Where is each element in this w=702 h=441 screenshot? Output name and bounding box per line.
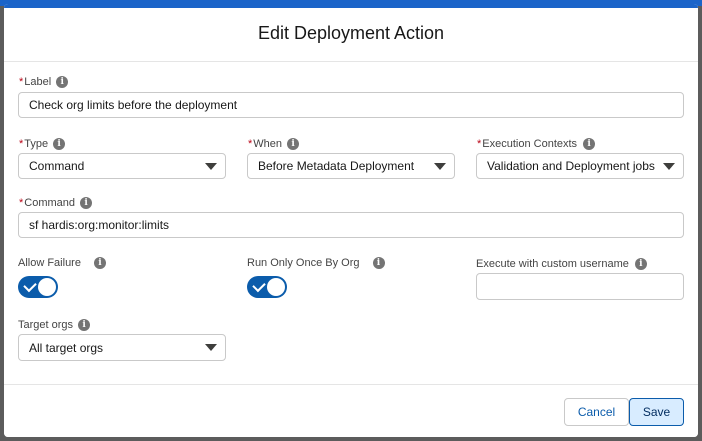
label-input-value: Check org limits before the deployment: [29, 98, 238, 112]
type-select[interactable]: Command: [18, 153, 226, 179]
execution-contexts-select[interactable]: Validation and Deployment jobs: [476, 153, 684, 179]
command-field-label: * Command i: [19, 197, 93, 209]
target-orgs-field-label: Target orgs i: [18, 319, 91, 331]
type-field-label: * Type i: [19, 138, 66, 150]
when-select-value: Before Metadata Deployment: [258, 159, 415, 173]
edit-deployment-action-modal: Edit Deployment Action * Label i Check o…: [4, 4, 698, 437]
custom-username-caption: Execute with custom username: [476, 258, 629, 270]
info-icon[interactable]: i: [53, 138, 66, 150]
command-input[interactable]: sf hardis:org:monitor:limits: [18, 212, 684, 238]
info-icon[interactable]: i: [634, 258, 647, 270]
custom-username-field-label: Execute with custom username i: [476, 258, 647, 270]
toggle-knob: [267, 278, 285, 296]
target-orgs-select-value: All target orgs: [29, 340, 104, 355]
command-caption: Command: [24, 197, 76, 209]
type-caption: Type: [24, 138, 49, 150]
label-field-label: * Label i: [19, 76, 69, 88]
toggle-knob: [38, 278, 56, 296]
required-marker: *: [248, 138, 253, 150]
label-input[interactable]: Check org limits before the deployment: [18, 92, 684, 118]
chevron-down-icon: [205, 344, 217, 351]
modal-title: Edit Deployment Action: [257, 23, 445, 43]
checkmark-icon: [23, 278, 37, 293]
chevron-down-icon: [663, 163, 675, 170]
save-button[interactable]: Save: [629, 398, 684, 426]
info-icon[interactable]: i: [372, 257, 385, 269]
required-marker: *: [19, 197, 24, 209]
cancel-button[interactable]: Cancel: [564, 398, 629, 426]
required-marker: *: [19, 138, 24, 150]
run-only-once-field-label: Run Only Once By Org i: [247, 257, 385, 269]
when-field-label: * When i: [248, 138, 300, 150]
allow-failure-field-label: Allow Failure i: [18, 257, 106, 269]
allow-failure-toggle[interactable]: [18, 276, 58, 298]
label-caption: Label: [24, 76, 52, 88]
checkmark-icon: [252, 278, 266, 293]
target-orgs-caption: Target orgs: [18, 319, 74, 331]
chevron-down-icon: [434, 163, 446, 170]
info-icon[interactable]: i: [93, 257, 106, 269]
info-icon[interactable]: i: [56, 76, 69, 88]
chevron-down-icon: [205, 163, 217, 170]
when-select[interactable]: Before Metadata Deployment: [247, 153, 455, 179]
target-orgs-select[interactable]: All target orgs: [18, 334, 226, 361]
required-marker: *: [19, 76, 24, 88]
required-marker: *: [477, 138, 482, 150]
run-only-once-caption: Run Only Once By Org: [247, 257, 360, 269]
execution-contexts-field-label: * Execution Contexts i: [477, 138, 596, 150]
modal-footer: Cancel Save: [4, 384, 698, 437]
info-icon[interactable]: i: [78, 319, 91, 331]
info-icon[interactable]: i: [287, 138, 300, 150]
run-only-once-toggle[interactable]: [247, 276, 287, 298]
execution-contexts-select-value: Validation and Deployment jobs: [487, 159, 655, 173]
allow-failure-caption: Allow Failure: [18, 257, 81, 269]
info-icon[interactable]: i: [583, 138, 596, 150]
execution-contexts-caption: Execution Contexts: [482, 138, 578, 150]
info-icon[interactable]: i: [80, 197, 93, 209]
command-input-value: sf hardis:org:monitor:limits: [29, 218, 170, 232]
type-select-value: Command: [29, 159, 85, 173]
when-caption: When: [253, 138, 283, 150]
custom-username-input[interactable]: [476, 273, 684, 300]
modal-header: Edit Deployment Action: [4, 8, 698, 62]
